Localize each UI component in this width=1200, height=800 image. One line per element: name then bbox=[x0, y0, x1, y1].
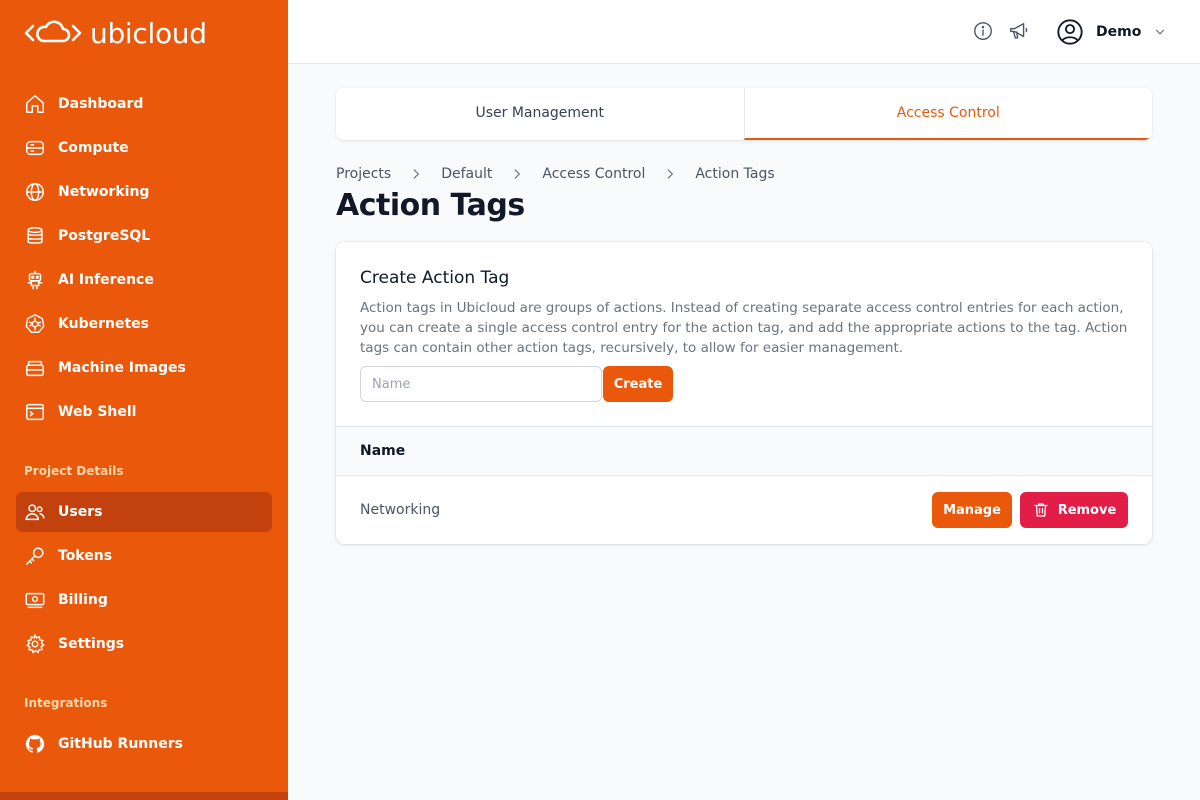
tab-user-management[interactable]: User Management bbox=[336, 88, 744, 140]
terminal-icon bbox=[26, 403, 44, 421]
chevron-right-icon bbox=[510, 167, 524, 181]
create-button[interactable]: Create bbox=[603, 366, 673, 402]
sidebar-item-dashboard[interactable]: Dashboard bbox=[16, 84, 272, 124]
chevron-down-icon bbox=[1156, 29, 1165, 35]
stack-icon bbox=[26, 360, 44, 377]
megaphone-icon[interactable] bbox=[1008, 20, 1030, 42]
sidebar-item-kubernetes[interactable]: Kubernetes bbox=[16, 304, 272, 344]
table-header: Name bbox=[336, 426, 1152, 476]
name-input[interactable] bbox=[360, 366, 602, 402]
page-title: Action Tags bbox=[336, 188, 525, 223]
integrations-nav: GitHub Runners bbox=[16, 724, 272, 768]
sidebar-item-label: AI Inference bbox=[58, 272, 154, 288]
users-icon bbox=[25, 504, 45, 521]
breadcrumb-projects[interactable]: Projects bbox=[336, 166, 391, 182]
card-description: Action tags in Ubicloud are groups of ac… bbox=[360, 300, 1128, 356]
sidebar-item-billing[interactable]: Billing bbox=[16, 580, 272, 620]
tabs: User Management Access Control bbox=[336, 88, 1152, 140]
brand-name: ubicloud bbox=[90, 16, 207, 50]
sidebar-item-label: Kubernetes bbox=[58, 316, 149, 332]
sidebar-item-label: Web Shell bbox=[58, 404, 137, 420]
sidebar-item-machine-images[interactable]: Machine Images bbox=[16, 348, 272, 388]
sidebar-item-label: GitHub Runners bbox=[58, 736, 183, 752]
banknote-icon bbox=[25, 592, 45, 609]
server-icon bbox=[26, 140, 44, 156]
sidebar-item-tokens[interactable]: Tokens bbox=[16, 536, 272, 576]
sidebar-item-label: Tokens bbox=[58, 548, 113, 564]
gear-icon bbox=[26, 633, 45, 654]
sidebar-item-label: Machine Images bbox=[58, 360, 186, 376]
create-action-tag-card: Create Action Tag Action tags in Ubiclou… bbox=[336, 242, 1152, 544]
integrations-heading: Integrations bbox=[24, 696, 108, 710]
project-nav: Users Tokens Billing Settings bbox=[16, 492, 272, 668]
project-details-heading: Project Details bbox=[24, 464, 124, 478]
sidebar-item-github-runners[interactable]: GitHub Runners bbox=[16, 724, 272, 764]
tab-access-control[interactable]: Access Control bbox=[743, 88, 1152, 140]
breadcrumb-default[interactable]: Default bbox=[441, 166, 492, 182]
sidebar-item-label: Settings bbox=[58, 636, 125, 652]
trash-icon bbox=[1034, 503, 1048, 517]
topbar: Demo bbox=[288, 0, 1200, 64]
main-nav: Dashboard Compute Networking PostgreSQL … bbox=[16, 84, 272, 436]
robot-icon bbox=[27, 270, 43, 290]
table-row: Networking Manage Remove bbox=[336, 476, 1152, 544]
breadcrumb-access-control[interactable]: Access Control bbox=[542, 166, 645, 182]
sidebar-item-settings[interactable]: Settings bbox=[16, 624, 272, 664]
sidebar-item-networking[interactable]: Networking bbox=[16, 172, 272, 212]
sidebar-item-label: Billing bbox=[58, 592, 108, 608]
sidebar-item-label: Dashboard bbox=[58, 96, 144, 112]
user-avatar-icon bbox=[1057, 19, 1083, 45]
remove-button-label: Remove bbox=[1057, 502, 1117, 518]
sidebar: ubicloud Dashboard Compute Networking Po… bbox=[0, 0, 288, 800]
database-icon bbox=[27, 227, 43, 244]
breadcrumb: Projects Default Access Control Action T… bbox=[336, 164, 775, 184]
kubernetes-icon bbox=[25, 314, 45, 333]
cloud-logo-icon bbox=[24, 20, 82, 43]
sidebar-item-label: PostgreSQL bbox=[58, 228, 151, 244]
home-icon bbox=[26, 95, 44, 113]
sidebar-item-label: Users bbox=[58, 504, 103, 520]
remove-button[interactable]: Remove bbox=[1020, 492, 1128, 528]
sidebar-item-users[interactable]: Users bbox=[16, 492, 272, 532]
sidebar-item-label: Networking bbox=[58, 184, 150, 200]
sidebar-item-web-shell[interactable]: Web Shell bbox=[16, 392, 272, 432]
chevron-right-icon bbox=[409, 167, 423, 181]
logo[interactable]: ubicloud bbox=[24, 16, 207, 50]
key-icon bbox=[26, 547, 44, 565]
chevron-right-icon bbox=[663, 167, 677, 181]
manage-button[interactable]: Manage bbox=[932, 492, 1012, 528]
globe-icon bbox=[26, 183, 44, 201]
column-header-name: Name bbox=[360, 443, 406, 459]
user-name: Demo bbox=[1096, 24, 1142, 40]
card-title: Create Action Tag bbox=[360, 268, 510, 288]
action-tag-name: Networking bbox=[360, 502, 441, 518]
sidebar-footer-strip bbox=[0, 792, 288, 800]
github-icon bbox=[25, 734, 45, 753]
info-icon[interactable] bbox=[972, 20, 994, 42]
sidebar-item-ai-inference[interactable]: AI Inference bbox=[16, 260, 272, 300]
sidebar-item-postgresql[interactable]: PostgreSQL bbox=[16, 216, 272, 256]
breadcrumb-action-tags[interactable]: Action Tags bbox=[695, 166, 774, 182]
sidebar-item-label: Compute bbox=[58, 140, 129, 156]
user-menu[interactable]: Demo bbox=[1056, 16, 1167, 48]
sidebar-item-compute[interactable]: Compute bbox=[16, 128, 272, 168]
